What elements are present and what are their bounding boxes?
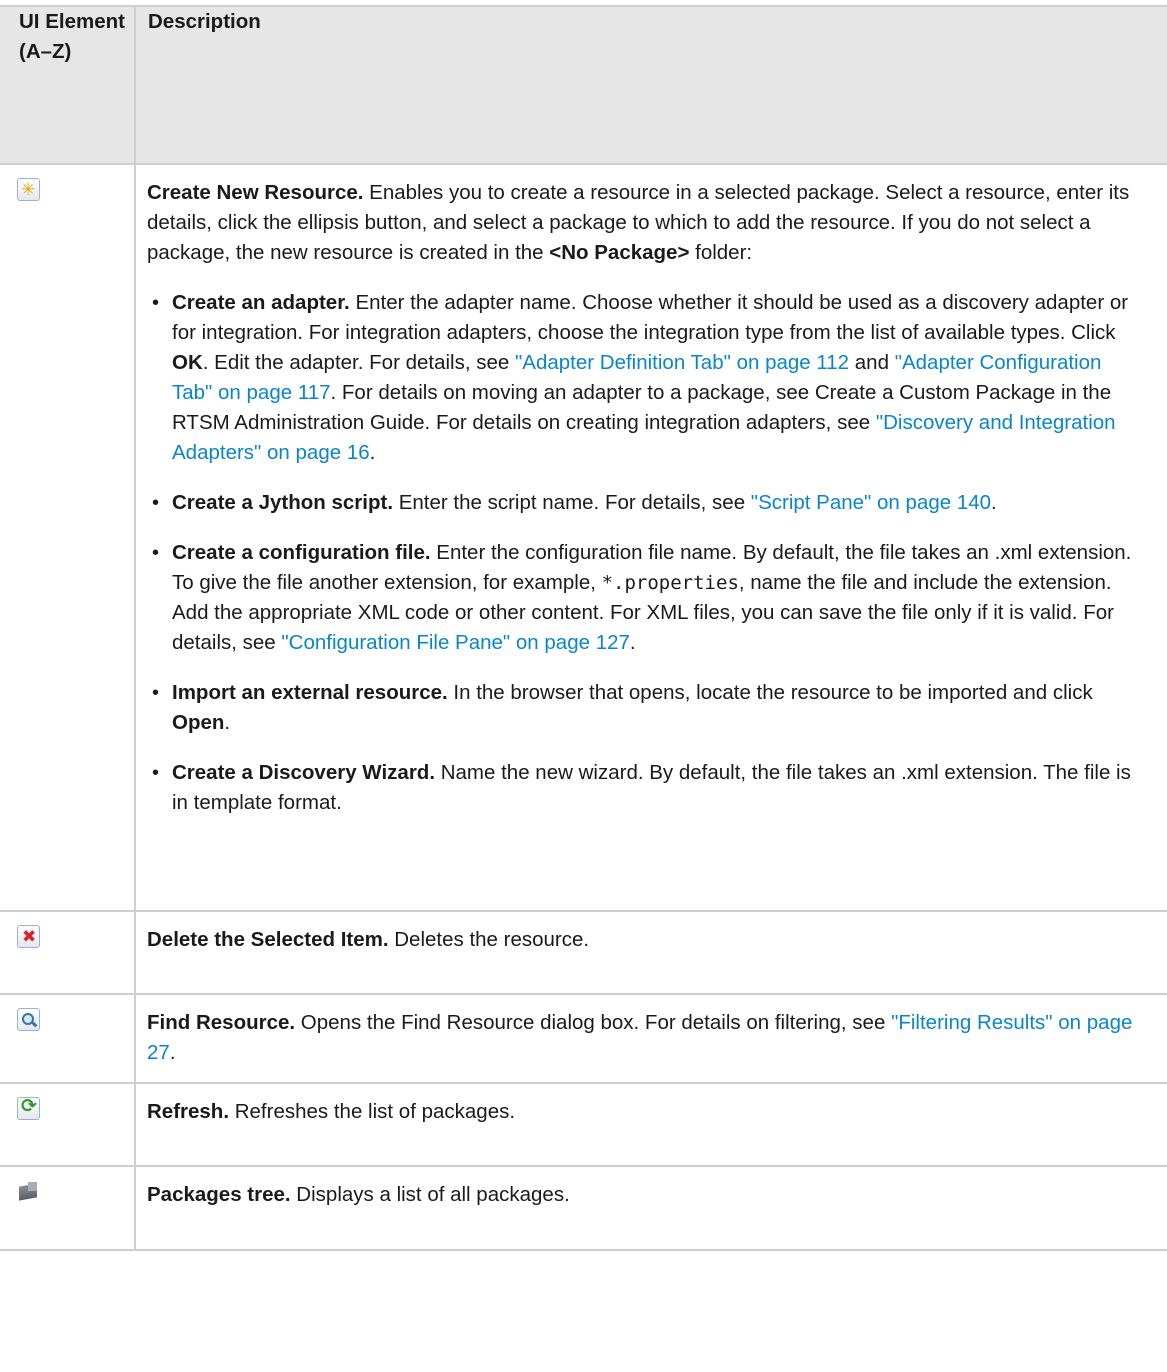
- table-row-find-resource: Find Resource. Opens the Find Resource d…: [0, 993, 1167, 1084]
- create-new-resource-title: Create New Resource.: [147, 181, 364, 204]
- delete-icon: [17, 922, 40, 952]
- link-configuration-file-pane[interactable]: "Configuration File Pane" on page 127: [281, 631, 630, 654]
- header-ui-element: UI Element (A–Z): [0, 5, 136, 165]
- list-item-import-external-resource: Import an external resource. In the brow…: [147, 678, 1147, 738]
- delete-description: Delete the Selected Item. Deletes the re…: [134, 910, 1167, 995]
- list-item-create-discovery-wizard: Create a Discovery Wizard. Name the new …: [147, 758, 1147, 818]
- create-new-resource-description: Create New Resource. Enables you to crea…: [134, 163, 1167, 912]
- ui-elements-table: UI Element (A–Z) Description Create New …: [0, 5, 1167, 1251]
- create-new-resource-icon: [17, 175, 40, 205]
- find-icon: [17, 1008, 40, 1031]
- table-row-delete: Delete the Selected Item. Deletes the re…: [0, 910, 1167, 995]
- list-item-create-configuration-file: Create a configuration file. Enter the c…: [147, 538, 1147, 658]
- packages-tree-icon: [17, 1180, 40, 1203]
- table-row-refresh: Refresh. Refreshes the list of packages.: [0, 1082, 1167, 1167]
- list-item-create-jython-script: Create a Jython script. Enter the script…: [147, 488, 1147, 518]
- find-resource-description: Find Resource. Opens the Find Resource d…: [134, 993, 1167, 1084]
- refresh-description: Refresh. Refreshes the list of packages.: [134, 1082, 1167, 1167]
- link-script-pane[interactable]: "Script Pane" on page 140: [751, 491, 991, 514]
- table-row-packages-tree: Packages tree. Displays a list of all pa…: [0, 1165, 1167, 1251]
- list-item-create-adapter: Create an adapter. Enter the adapter nam…: [147, 288, 1147, 468]
- packages-tree-description: Packages tree. Displays a list of all pa…: [134, 1165, 1167, 1251]
- refresh-icon: [17, 1092, 40, 1122]
- table-header-row: UI Element (A–Z) Description: [0, 5, 1167, 165]
- create-options-list: Create an adapter. Enter the adapter nam…: [147, 288, 1147, 818]
- header-description: Description: [134, 5, 1167, 165]
- link-adapter-definition-tab[interactable]: "Adapter Definition Tab" on page 112: [515, 351, 849, 374]
- table-row-create-new-resource: Create New Resource. Enables you to crea…: [0, 163, 1167, 912]
